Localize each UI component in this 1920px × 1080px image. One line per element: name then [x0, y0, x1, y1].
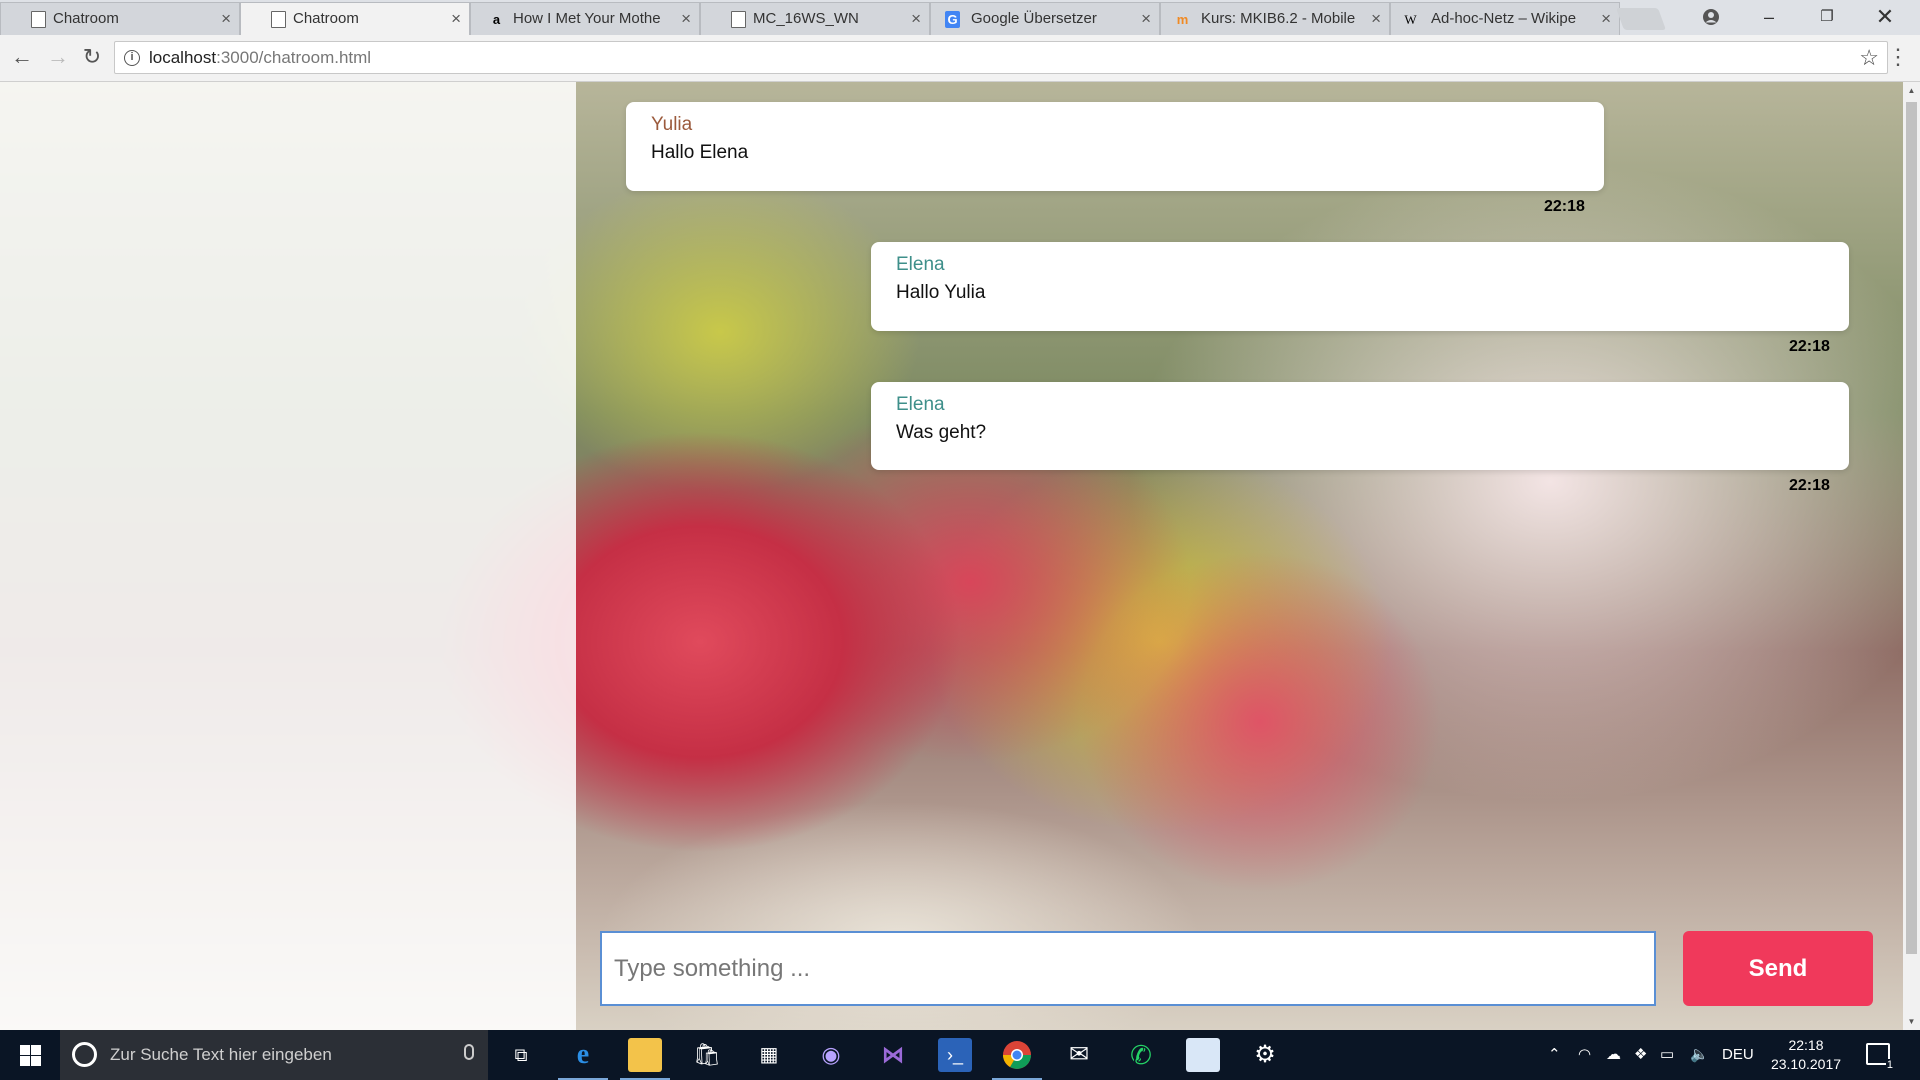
chrome-icon[interactable] — [992, 1038, 1042, 1080]
tab-strip: Chatroom × Chatroom × a How I Met Your M… — [0, 0, 1920, 35]
visual-studio-icon[interactable]: ⋈ — [876, 1038, 910, 1072]
file-explorer-icon[interactable] — [620, 1038, 670, 1080]
sidebar-panel — [0, 82, 576, 1030]
moodle-icon: m — [1176, 12, 1189, 27]
wifi-icon[interactable]: ◠ — [1578, 1030, 1591, 1080]
close-icon[interactable]: × — [1371, 3, 1381, 35]
reload-icon[interactable]: ↻ — [76, 41, 108, 73]
wikipedia-icon: W — [1404, 12, 1417, 27]
close-icon[interactable]: × — [1601, 3, 1611, 35]
message-text: Hallo Yulia — [896, 282, 986, 303]
page-icon — [731, 11, 746, 28]
tab-chatroom-2[interactable]: Chatroom × — [240, 2, 470, 35]
forward-icon[interactable]: → — [42, 41, 74, 73]
close-icon[interactable]: × — [681, 3, 691, 35]
close-icon[interactable]: × — [911, 3, 921, 35]
tab-title: MC_16WS_WN — [753, 10, 859, 27]
cortana-icon — [72, 1042, 97, 1067]
taskbar-search[interactable]: Zur Suche Text hier eingeben — [60, 1030, 488, 1080]
tab-mc-16ws-wn[interactable]: MC_16WS_WN × — [700, 2, 930, 35]
show-hidden-icons-icon[interactable]: ⌃ — [1548, 1030, 1561, 1080]
message-time: 22:18 — [1544, 198, 1585, 215]
windows-start-icon[interactable] — [0, 1030, 60, 1080]
menu-icon[interactable]: ⋮ — [1886, 41, 1910, 73]
scroll-up-icon[interactable]: ▲ — [1903, 82, 1920, 99]
restore-button[interactable]: ❐ — [1798, 0, 1856, 35]
whatsapp-icon[interactable]: ✆ — [1124, 1038, 1158, 1072]
taskbar-search-placeholder: Zur Suche Text hier eingeben — [110, 1045, 332, 1064]
scrollbar-thumb[interactable] — [1906, 102, 1917, 954]
store-icon[interactable]: 🛍 — [690, 1038, 724, 1072]
bookmark-star-icon[interactable]: ☆ — [1859, 42, 1879, 73]
close-icon[interactable]: × — [221, 3, 231, 35]
page-icon — [271, 11, 286, 28]
tab-kurs-mkib[interactable]: m Kurs: MKIB6.2 - Mobile × — [1160, 2, 1390, 35]
tab-title: Ad-hoc-Netz – Wikipe — [1431, 10, 1577, 27]
input-language[interactable]: DEU — [1722, 1030, 1754, 1080]
profile-icon[interactable] — [1682, 0, 1740, 35]
settings-gear-icon[interactable]: ⚙ — [1248, 1038, 1282, 1072]
tab-google-translate[interactable]: G Google Übersetzer × — [930, 2, 1160, 35]
message-input[interactable] — [602, 933, 1654, 1004]
message-author: Yulia — [651, 114, 693, 135]
amazon-icon: a — [492, 12, 501, 27]
calendar-icon[interactable]: ▦ — [752, 1038, 786, 1072]
new-tab-button[interactable] — [1615, 8, 1667, 30]
tab-title: Kurs: MKIB6.2 - Mobile — [1201, 10, 1356, 27]
close-window-button[interactable]: ✕ — [1856, 0, 1914, 35]
clock-time: 22:18 — [1788, 1037, 1824, 1053]
system-clock[interactable]: 22:18 23.10.2017 — [1760, 1036, 1852, 1074]
tab-chatroom-1[interactable]: Chatroom × — [0, 2, 240, 35]
scroll-down-icon[interactable]: ▼ — [1903, 1013, 1920, 1030]
message-input-wrapper — [600, 931, 1656, 1006]
notification-count: 1 — [1885, 1059, 1894, 1071]
tab-title: How I Met Your Mothe — [513, 10, 661, 27]
message-bubble: Elena Hallo Yulia — [871, 242, 1849, 331]
action-center-icon[interactable]: 1 — [1866, 1043, 1894, 1071]
message-text: Hallo Elena — [651, 142, 749, 163]
page-icon — [31, 11, 46, 28]
browser-toolbar: ← → ↻ i localhost:3000/chatroom.html ☆ ⋮ — [0, 35, 1920, 82]
tab-wikipedia[interactable]: W Ad-hoc-Netz – Wikipe × — [1390, 2, 1620, 35]
tab-title: Chatroom — [293, 10, 359, 27]
info-icon[interactable]: i — [124, 50, 140, 66]
close-icon[interactable]: × — [1141, 3, 1151, 35]
powershell-icon[interactable]: ›_ — [938, 1038, 972, 1072]
address-bar[interactable]: i localhost:3000/chatroom.html ☆ — [114, 41, 1888, 74]
eclipse-icon[interactable]: ◉ — [814, 1038, 848, 1072]
onedrive-icon[interactable]: ☁ — [1606, 1030, 1621, 1080]
windows-taskbar: Zur Suche Text hier eingeben ⧉ e 🛍 ▦ ◉ ⋈… — [0, 1030, 1920, 1080]
task-view-icon[interactable]: ⧉ — [504, 1038, 538, 1072]
message-bubble: Yulia Hallo Elena — [626, 102, 1604, 191]
edge-icon[interactable]: e — [558, 1038, 608, 1080]
volume-icon[interactable]: 🔈 — [1690, 1030, 1709, 1080]
mail-icon[interactable]: ✉ — [1062, 1038, 1096, 1072]
tab-title: Chatroom — [53, 10, 119, 27]
message-bubble: Elena Was geht? — [871, 382, 1849, 470]
message-time: 22:18 — [1789, 477, 1830, 494]
send-button[interactable]: Send — [1683, 931, 1873, 1006]
google-translate-icon: G — [945, 11, 960, 28]
photos-icon[interactable] — [1186, 1038, 1220, 1072]
message-author: Elena — [896, 254, 945, 275]
message-time: 22:18 — [1789, 338, 1830, 355]
clock-date: 23.10.2017 — [1770, 1056, 1842, 1072]
back-icon[interactable]: ← — [6, 41, 38, 73]
dropbox-icon[interactable]: ❖ — [1634, 1030, 1647, 1080]
microphone-icon[interactable] — [464, 1044, 474, 1060]
minimize-button[interactable]: – — [1740, 0, 1798, 35]
tab-how-i-met-your-mother[interactable]: a How I Met Your Mothe × — [470, 2, 700, 35]
battery-icon[interactable]: ▭ — [1660, 1030, 1674, 1080]
close-icon[interactable]: × — [451, 3, 461, 35]
chatroom-page: Yulia Hallo Elena 22:18 Elena Hallo Yuli… — [0, 82, 1903, 1030]
page-scrollbar[interactable]: ▲ ▼ — [1903, 82, 1920, 1030]
message-text: Was geht? — [896, 422, 987, 443]
message-author: Elena — [896, 394, 945, 415]
address-url[interactable]: localhost:3000/chatroom.html — [149, 42, 371, 74]
tab-title: Google Übersetzer — [971, 10, 1097, 27]
